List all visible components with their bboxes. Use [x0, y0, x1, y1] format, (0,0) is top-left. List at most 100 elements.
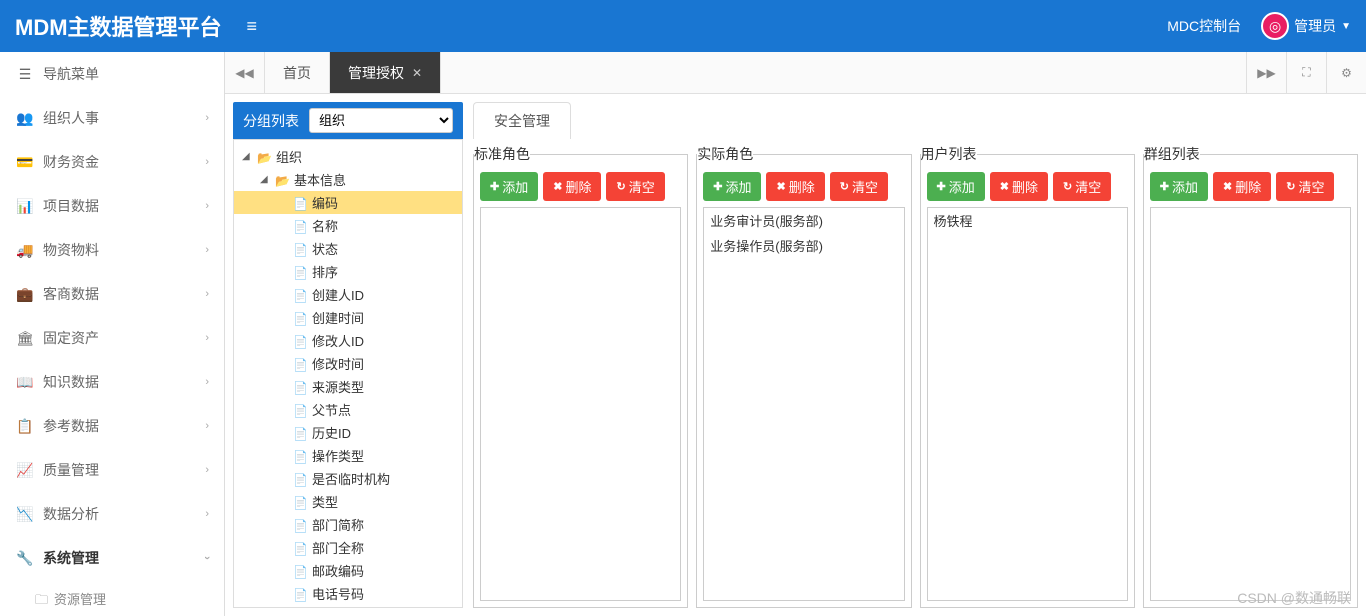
sidebar-item-9[interactable]: 📈质量管理› [0, 448, 224, 492]
sidebar-icon: 📖 [15, 374, 35, 391]
del-button[interactable]: ✖删除 [543, 172, 601, 201]
tree-node-label: 状态 [312, 239, 338, 258]
close-icon[interactable]: ✕ [412, 66, 422, 80]
tree-node-label: 部门全称 [312, 538, 364, 557]
inner-tab-security[interactable]: 安全管理 [473, 102, 571, 139]
sidebar-item-6[interactable]: 🏛固定资产› [0, 316, 224, 360]
sidebar-item-label: 导航菜单 [43, 64, 99, 84]
panel-list[interactable] [480, 207, 681, 601]
tree-body[interactable]: ◢组织◢基本信息编码名称状态排序创建人ID 创建时间修改人ID修改时间来源类型父节… [233, 139, 463, 608]
tree-leaf-4[interactable]: 创建时间 [234, 306, 462, 329]
list-item[interactable]: 业务审计员(服务部) [704, 208, 903, 233]
tree-leaf-14[interactable]: 部门全称 [234, 536, 462, 559]
tree-leaf-6[interactable]: 修改时间 [234, 352, 462, 375]
sidebar-item-label: 参考数据 [43, 416, 99, 436]
tabs-scroll-right[interactable]: ▶▶ [1246, 52, 1286, 93]
panel-list[interactable]: 业务审计员(服务部)业务操作员(服务部) [703, 207, 904, 601]
file-icon [293, 196, 309, 210]
tree-leaf-selected[interactable]: 编码 [234, 191, 462, 214]
sidebar-icon: 💼 [15, 286, 35, 303]
panel-list[interactable] [1150, 207, 1351, 601]
file-icon [293, 334, 309, 348]
settings-button[interactable]: ⚙ [1326, 52, 1366, 93]
clr-button[interactable]: ↻清空 [830, 172, 888, 201]
user-menu[interactable]: 管理员 ▼ [1261, 12, 1351, 40]
file-icon [293, 564, 309, 578]
tree-leaf-0[interactable]: 名称 [234, 214, 462, 237]
tree-group[interactable]: ◢基本信息 [234, 168, 462, 191]
sidebar-item-label: 知识数据 [43, 372, 99, 392]
sidebar-item-0[interactable]: ☰导航菜单 [0, 52, 224, 96]
clr-button[interactable]: ↻清空 [606, 172, 664, 201]
del-button[interactable]: ✖删除 [990, 172, 1048, 201]
tree-root[interactable]: ◢组织 [234, 145, 462, 168]
tree-node-label: 是否临时机构 [312, 469, 390, 488]
location-icon [1261, 12, 1289, 40]
file-icon [293, 288, 309, 302]
tree-node-label: 操作类型 [312, 446, 364, 465]
sidebar-item-label: 财务资金 [43, 152, 99, 172]
tree-node-label: 类型 [312, 492, 338, 511]
sidebar-item-1[interactable]: 👥组织人事› [0, 96, 224, 140]
tree-leaf-1[interactable]: 状态 [234, 237, 462, 260]
menu-toggle-icon[interactable]: ≡ [247, 16, 258, 37]
tree-leaf-16[interactable]: 电话号码 [234, 582, 462, 605]
panel-2: 用户列表✚添加✖删除↻清空杨铁程 [920, 144, 1135, 608]
list-item[interactable]: 杨铁程 [928, 208, 1127, 233]
sidebar-item-5[interactable]: 💼客商数据› [0, 272, 224, 316]
panel-1: 实际角色 ✚添加✖删除↻清空业务审计员(服务部)业务操作员(服务部) [696, 144, 911, 608]
tree-leaf-3[interactable]: 创建人ID [234, 283, 462, 306]
folder-icon: 🗀 [35, 592, 48, 607]
tree-leaf-8[interactable]: 父节点 [234, 398, 462, 421]
tree-node-label: 部门简称 [312, 515, 364, 534]
console-link[interactable]: MDC控制台 [1167, 16, 1241, 36]
tree-leaf-2[interactable]: 排序 [234, 260, 462, 283]
tree-leaf-9[interactable]: 历史ID [234, 421, 462, 444]
tab-manage-auth[interactable]: 管理授权✕ [330, 52, 441, 93]
tree-leaf-5[interactable]: 修改人ID [234, 329, 462, 352]
tabs-scroll-left[interactable]: ◀◀ [225, 52, 265, 93]
tree-node-label: 历史ID [312, 423, 351, 442]
tab-home[interactable]: 首页 [265, 52, 330, 93]
chevron-down-icon: ▼ [1341, 21, 1351, 32]
tree-node-label: 创建时间 [312, 308, 364, 327]
tree-leaf-12[interactable]: 类型 [234, 490, 462, 513]
tree-node-label: 电话号码 [312, 584, 364, 603]
tree-leaf-11[interactable]: 是否临时机构 [234, 467, 462, 490]
clr-button[interactable]: ↻清空 [1276, 172, 1334, 201]
sidebar-subitem-0[interactable]: 🗀资源管理 [0, 580, 224, 616]
panel-list[interactable]: 杨铁程 [927, 207, 1128, 601]
tree-toggle-icon[interactable]: ◢ [260, 174, 272, 185]
clr-icon: ↻ [1286, 180, 1295, 193]
panel-title: 实际角色 [697, 144, 753, 164]
group-select[interactable]: 组织 [309, 108, 453, 133]
add-button[interactable]: ✚添加 [703, 172, 761, 201]
sidebar-item-4[interactable]: 🚚物资物料› [0, 228, 224, 272]
app-header: MDM主数据管理平台 ≡ MDC控制台 管理员 ▼ [0, 0, 1366, 52]
panel-title: 群组列表 [1144, 144, 1200, 164]
add-button[interactable]: ✚添加 [1150, 172, 1208, 201]
panel-3: 群组列表 ✚添加✖删除↻清空 [1143, 144, 1358, 608]
del-icon: ✖ [1223, 180, 1232, 193]
sidebar-item-8[interactable]: 📋参考数据› [0, 404, 224, 448]
sidebar-item-10[interactable]: 📉数据分析› [0, 492, 224, 536]
tree-leaf-15[interactable]: 邮政编码 [234, 559, 462, 582]
tree-leaf-7[interactable]: 来源类型 [234, 375, 462, 398]
tree-title: 分组列表 [243, 111, 299, 131]
add-button[interactable]: ✚添加 [927, 172, 985, 201]
del-button[interactable]: ✖删除 [766, 172, 824, 201]
tree-leaf-17[interactable]: 传真号码 [234, 605, 462, 608]
clr-icon: ↻ [1063, 180, 1072, 193]
sidebar-item-2[interactable]: 💳财务资金› [0, 140, 224, 184]
del-button[interactable]: ✖删除 [1213, 172, 1271, 201]
tree-toggle-icon[interactable]: ◢ [242, 151, 254, 162]
fullscreen-button[interactable]: ⛶ [1286, 52, 1326, 93]
add-button[interactable]: ✚添加 [480, 172, 538, 201]
sidebar-item-11[interactable]: 🔧系统管理› [0, 536, 224, 580]
sidebar-item-7[interactable]: 📖知识数据› [0, 360, 224, 404]
sidebar-item-3[interactable]: 📊项目数据› [0, 184, 224, 228]
list-item[interactable]: 业务操作员(服务部) [704, 233, 903, 258]
clr-button[interactable]: ↻清空 [1053, 172, 1111, 201]
tree-leaf-10[interactable]: 操作类型 [234, 444, 462, 467]
tree-leaf-13[interactable]: 部门简称 [234, 513, 462, 536]
